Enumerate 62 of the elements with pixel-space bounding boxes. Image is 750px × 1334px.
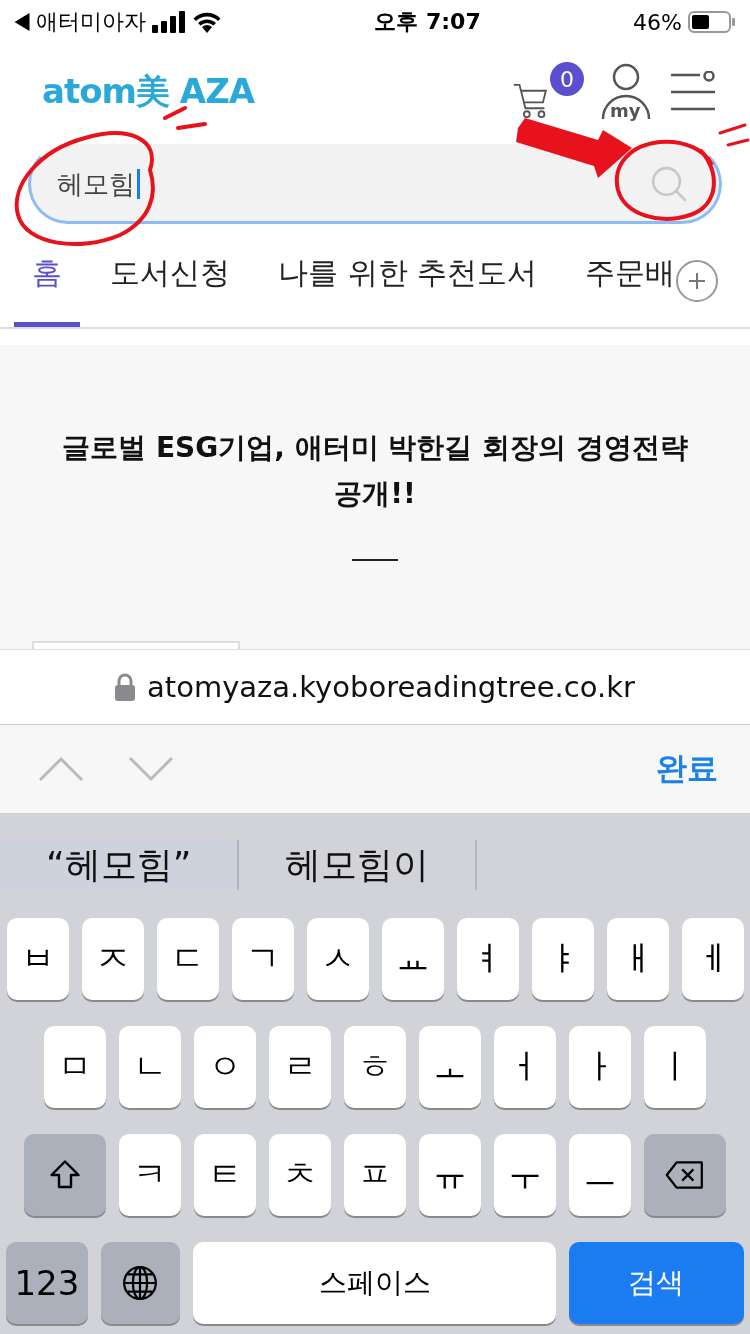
backspace-icon: [664, 1159, 706, 1191]
next-field-icon[interactable]: [128, 756, 174, 782]
letter-key[interactable]: ㄷ: [156, 918, 219, 1000]
annotation-mark: [163, 106, 207, 130]
letter-key[interactable]: ㅔ: [681, 918, 744, 1000]
battery-icon: [688, 10, 736, 34]
annotation-mark: [718, 123, 750, 147]
battery-percent: 46%: [633, 9, 682, 35]
cart-count-badge: 0: [550, 62, 584, 96]
letter-key[interactable]: ㅋ: [119, 1134, 181, 1216]
back-icon[interactable]: [14, 13, 30, 31]
letter-key[interactable]: ㅅ: [306, 918, 369, 1000]
nav-tab[interactable]: 도서신청: [92, 224, 248, 327]
search-key[interactable]: 검색: [568, 1242, 744, 1324]
letter-key[interactable]: ㅁ: [44, 1026, 106, 1108]
lock-icon: [115, 673, 136, 701]
nav-tab[interactable]: 주문배: [567, 224, 694, 327]
numbers-key[interactable]: 123: [6, 1242, 88, 1324]
previous-field-icon[interactable]: [38, 756, 84, 782]
letter-key[interactable]: ㄹ: [269, 1026, 331, 1108]
letter-key[interactable]: ㅎ: [344, 1026, 406, 1108]
letter-key[interactable]: ㅣ: [644, 1026, 706, 1108]
account-label: my: [610, 100, 641, 121]
globe-icon: [121, 1264, 160, 1302]
globe-key[interactable]: [100, 1242, 181, 1324]
clock-time: 오후 7:07: [374, 8, 481, 36]
page-url[interactable]: atomyaza.kyoboreadingtree.co.kr: [147, 670, 635, 704]
search-text: 헤모힘: [57, 166, 140, 202]
letter-key[interactable]: ㅕ: [456, 918, 519, 1000]
menu-icon[interactable]: [670, 71, 716, 113]
letter-key[interactable]: ㄱ: [231, 918, 294, 1000]
nav-tab[interactable]: 홈: [14, 224, 80, 327]
suggestion-item[interactable]: “헤모힘”: [0, 840, 240, 890]
letter-key[interactable]: ㅜ: [494, 1134, 556, 1216]
letter-key[interactable]: ㅂ: [6, 918, 69, 1000]
letter-key[interactable]: ㅠ: [419, 1134, 481, 1216]
backspace-key[interactable]: [644, 1134, 726, 1216]
letter-key[interactable]: ㅗ: [419, 1026, 481, 1108]
letter-key[interactable]: ㅇ: [194, 1026, 256, 1108]
letter-key[interactable]: ㄴ: [119, 1026, 181, 1108]
wifi-icon: [192, 11, 222, 33]
article-heading: 글로벌 ESG기업, 애터미 박한길 회장의 경영전략 공개!!: [61, 430, 689, 512]
signal-icon: [152, 11, 186, 33]
letter-key[interactable]: ㅡ: [569, 1134, 631, 1216]
letter-key[interactable]: ㅊ: [269, 1134, 331, 1216]
letter-key[interactable]: ㅑ: [531, 918, 594, 1000]
letter-key[interactable]: ㅏ: [569, 1026, 631, 1108]
letter-key[interactable]: ㅌ: [194, 1134, 256, 1216]
shift-key[interactable]: [24, 1134, 106, 1216]
letter-key[interactable]: ㅐ: [606, 918, 669, 1000]
carrier-name: 애터미아자: [36, 8, 146, 36]
letter-key[interactable]: ㅓ: [494, 1026, 556, 1108]
more-tabs-button[interactable]: [676, 260, 718, 302]
suggestion-item[interactable]: 헤모힘이: [239, 840, 478, 890]
letter-key[interactable]: ㅛ: [381, 918, 444, 1000]
letter-key[interactable]: ㅈ: [81, 918, 144, 1000]
nav-tab[interactable]: 나를 위한 추천도서: [260, 224, 556, 327]
plus-icon: [688, 272, 706, 290]
search-field[interactable]: 헤모힘: [28, 144, 722, 224]
space-key[interactable]: 스페이스: [193, 1242, 556, 1324]
done-button[interactable]: 완료: [656, 748, 718, 790]
letter-key[interactable]: ㅍ: [344, 1134, 406, 1216]
